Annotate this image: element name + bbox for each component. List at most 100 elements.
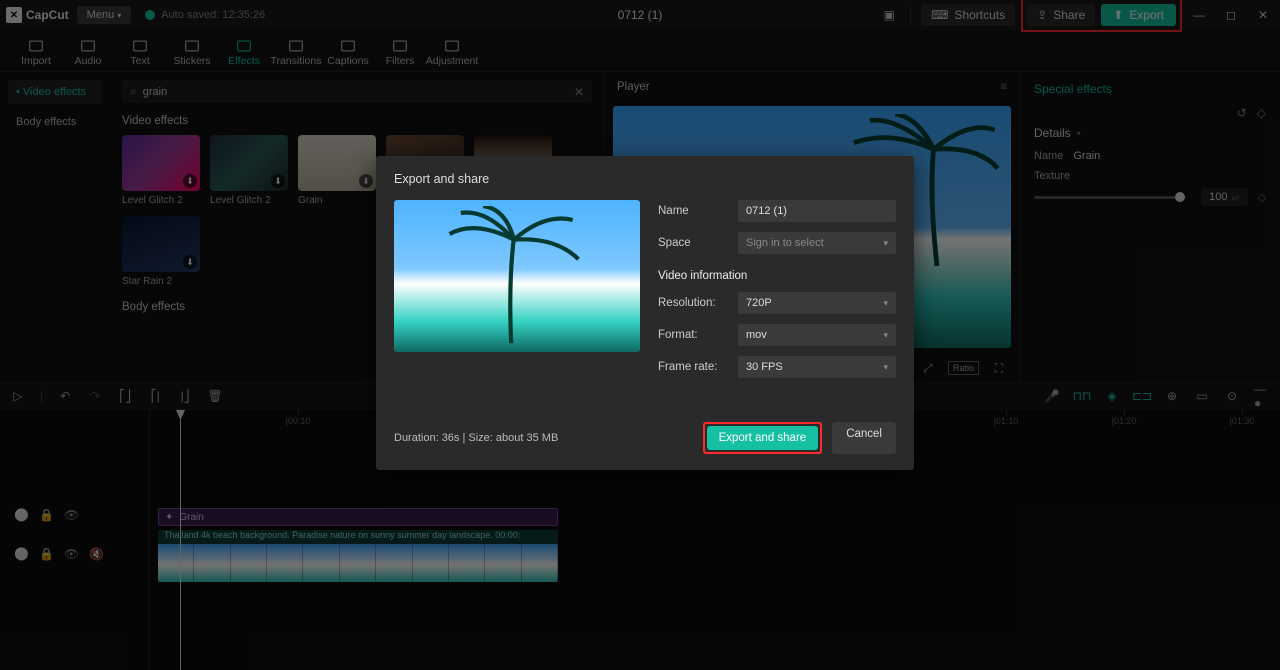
effects-sidebar: • Video effects Body effects <box>0 72 110 382</box>
menu-button[interactable]: Menu▾ <box>77 6 132 24</box>
eye-icon[interactable]: 👁 <box>64 547 79 561</box>
tool-b-icon[interactable]: ◈ <box>1104 388 1120 404</box>
clear-search-icon[interactable]: ✕ <box>574 85 584 99</box>
check-icon <box>145 10 155 20</box>
fps-select[interactable]: 30 FPS▾ <box>738 356 896 378</box>
ratio-button[interactable]: Ratio <box>948 361 979 375</box>
scale-icon[interactable]: ⤢ <box>920 360 936 376</box>
player-title: Player <box>617 81 650 93</box>
space-select[interactable]: Sign in to select▾ <box>738 232 896 254</box>
tool-adjustment[interactable]: Adjustment <box>426 39 478 71</box>
video-clip[interactable]: Thailand 4k beach background. Paradise n… <box>158 530 558 582</box>
close-icon[interactable]: ✕ <box>1252 4 1274 26</box>
space-label: Space <box>658 237 728 249</box>
autosave-status: Auto saved: 12:35:26 <box>145 9 265 21</box>
keyframe-icon[interactable]: ◇ <box>1258 191 1266 204</box>
tool-audio[interactable]: Audio <box>62 39 114 71</box>
thumb-label: Level Glitch 2 <box>122 195 200 206</box>
split-icon[interactable]: ⎡⎦ <box>117 388 133 404</box>
redo-icon[interactable]: ↷ <box>87 388 103 404</box>
zoom-slider-icon[interactable]: —● <box>1254 388 1270 404</box>
export-button[interactable]: ⬆ Export <box>1101 4 1176 26</box>
layout-icon[interactable]: ▣ <box>878 4 900 26</box>
undo-icon[interactable]: ↶ <box>57 388 73 404</box>
resolution-select[interactable]: 720P▾ <box>738 292 896 314</box>
tool-c-icon[interactable]: ⊏⊐ <box>1134 388 1150 404</box>
tool-transitions[interactable]: Transitions <box>270 39 322 71</box>
reset-icon[interactable]: ↺ <box>1237 106 1247 120</box>
effect-thumb[interactable]: ⬇ Level Glitch 2 <box>122 135 200 206</box>
thumb-label: Star Rain 2 <box>122 276 200 287</box>
tool-a-icon[interactable]: ⊓⊓ <box>1074 388 1090 404</box>
resolution-label: Resolution: <box>658 297 728 309</box>
tool-f-icon[interactable]: ⊙ <box>1224 388 1240 404</box>
search-input[interactable] <box>143 86 568 98</box>
video-info-label: Video information <box>658 270 896 282</box>
texture-value[interactable]: 100▵▿ <box>1201 188 1247 206</box>
effect-thumb[interactable]: ⬇ Star Rain 2 <box>122 216 200 287</box>
search-icon: ⌕ <box>130 84 137 99</box>
dialog-title: Export and share <box>394 172 896 186</box>
cancel-button[interactable]: Cancel <box>832 422 896 454</box>
texture-label: Texture <box>1034 170 1266 182</box>
texture-slider[interactable] <box>1034 196 1185 199</box>
export-dialog: Export and share Name Space Sign in to s… <box>376 156 914 470</box>
export-and-share-button[interactable]: Export and share <box>707 426 819 450</box>
lock-icon[interactable]: ⚪ <box>14 547 29 561</box>
download-icon[interactable]: ⬇ <box>183 174 197 188</box>
tool-e-icon[interactable]: ▭ <box>1194 388 1210 404</box>
delete-icon[interactable]: 🗑 <box>207 388 223 404</box>
export-icon: ⬆ <box>1113 8 1123 22</box>
mute-icon[interactable]: 🔇 <box>89 547 104 561</box>
details-label: Details <box>1034 126 1071 140</box>
split-left-icon[interactable]: ⎡| <box>147 388 163 404</box>
app-logo: ✕ CapCut <box>6 7 69 23</box>
lock2-icon[interactable]: 🔒 <box>39 547 54 561</box>
tool-stickers[interactable]: Stickers <box>166 39 218 71</box>
effect-clip[interactable]: ✦ Grain <box>158 508 558 526</box>
titlebar: ✕ CapCut Menu▾ Auto saved: 12:35:26 0712… <box>0 0 1280 30</box>
mic-icon[interactable]: 🎤 <box>1044 388 1060 404</box>
properties-panel: Special effects ↺ ◇ Details▾ Name Grain … <box>1020 72 1280 382</box>
video-clip-label: Thailand 4k beach background. Paradise n… <box>158 530 558 544</box>
eye-icon[interactable]: 👁 <box>64 508 79 522</box>
split-right-icon[interactable]: |⎦ <box>177 388 193 404</box>
panel-menu-icon[interactable]: ≡ <box>1000 81 1007 93</box>
fullscreen-icon[interactable]: ⛶ <box>991 360 1007 376</box>
tab-body-effects[interactable]: Body effects <box>8 110 102 134</box>
playhead[interactable] <box>180 410 181 670</box>
maximize-icon[interactable]: ◻ <box>1220 4 1242 26</box>
keyboard-icon: ⌨ <box>931 8 948 22</box>
panel-title: Special effects <box>1034 82 1266 96</box>
name-label: Name <box>1034 150 1063 162</box>
pointer-icon[interactable]: ▷ <box>10 388 26 404</box>
section-video-effects: Video effects <box>122 115 592 127</box>
app-name: CapCut <box>26 8 69 22</box>
export-info: Duration: 36s | Size: about 35 MB <box>394 432 558 444</box>
lock2-icon[interactable]: 🔒 <box>39 508 54 522</box>
share-button[interactable]: ⇪ Share <box>1027 4 1095 26</box>
search-field[interactable]: ⌕ ✕ <box>122 80 592 103</box>
main-toolbar: ImportAudioTextStickersEffectsTransition… <box>0 30 1280 72</box>
tool-import[interactable]: Import <box>10 39 62 71</box>
tool-captions[interactable]: Captions <box>322 39 374 71</box>
download-icon[interactable]: ⬇ <box>359 174 373 188</box>
thumb-label: Grain <box>298 195 376 206</box>
download-icon[interactable]: ⬇ <box>271 174 285 188</box>
effect-thumb[interactable]: ⬇ Grain <box>298 135 376 206</box>
effect-thumb[interactable]: ⬇ Level Glitch 2 <box>210 135 288 206</box>
minimize-icon[interactable]: — <box>1188 4 1210 26</box>
tool-d-icon[interactable]: ⊕ <box>1164 388 1180 404</box>
name-input[interactable] <box>738 200 896 222</box>
keyframe-icon[interactable]: ◇ <box>1257 106 1266 120</box>
tool-text[interactable]: Text <box>114 39 166 71</box>
download-icon[interactable]: ⬇ <box>183 255 197 269</box>
tool-filters[interactable]: Filters <box>374 39 426 71</box>
lock-icon[interactable]: ⚪ <box>14 508 29 522</box>
format-select[interactable]: mov▾ <box>738 324 896 346</box>
shortcuts-button[interactable]: ⌨ Shortcuts <box>921 4 1015 26</box>
tab-video-effects[interactable]: • Video effects <box>8 80 102 104</box>
vid-track-header: ⚪ 🔒 👁 🔇 <box>0 528 149 580</box>
thumb-label: Level Glitch 2 <box>210 195 288 206</box>
tool-effects[interactable]: Effects <box>218 39 270 71</box>
